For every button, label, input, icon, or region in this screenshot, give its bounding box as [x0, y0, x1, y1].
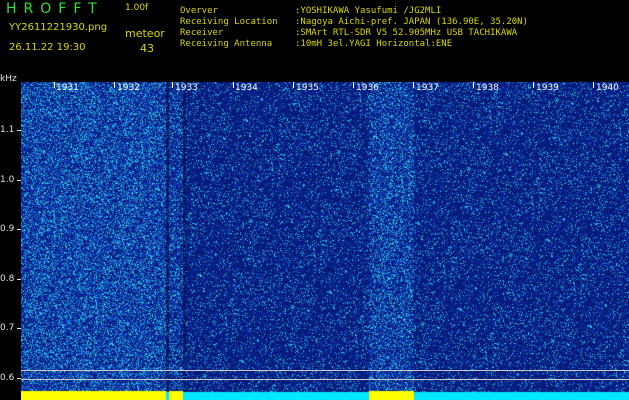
meteor-count-value: 43 [140, 42, 154, 55]
observer-value: :YOSHIKAWA Yasufumi /JG2MLI [295, 6, 442, 16]
time-tick [233, 82, 234, 88]
y-label: 0.6 [0, 373, 15, 383]
time-tick [293, 82, 294, 88]
y-label: 0.8 [0, 274, 15, 284]
time-label: 1932 [117, 83, 140, 93]
reference-line [21, 379, 629, 380]
y-axis-unit: kHz [0, 74, 17, 84]
time-tick [473, 82, 474, 88]
timestamp-label: 26.11.22 19:30 [9, 42, 86, 53]
y-label: 0.9 [0, 224, 15, 234]
time-tick [172, 82, 173, 88]
time-label: 1938 [476, 83, 499, 93]
app-title: HROFFT [6, 1, 104, 17]
time-tick [353, 82, 354, 88]
time-label: 1935 [296, 83, 319, 93]
time-label: 1931 [56, 83, 79, 93]
antenna-key: Receiving Antenna [180, 39, 273, 49]
receiver-value: :SMArt RTL-SDR V5 52.905MHz USB TACHIKAW… [295, 28, 518, 38]
time-label: 1939 [536, 83, 559, 93]
time-tick [114, 82, 115, 88]
time-tick [593, 82, 594, 88]
time-label: 1933 [175, 83, 198, 93]
y-label: 0.7 [0, 323, 15, 333]
y-label: 1.0 [0, 175, 15, 185]
info-header: HROFFT 1.00f YY2611221930.png 26.11.22 1… [0, 0, 629, 74]
observer-key: Overver [180, 6, 218, 16]
meteor-count-label: meteor [125, 27, 165, 40]
station-info: Overver :YOSHIKAWA Yasufumi /JG2MLI Recei… [180, 6, 528, 50]
time-label: 1940 [596, 83, 619, 93]
version-label: 1.00f [125, 3, 149, 13]
time-tick [413, 82, 414, 88]
location-value: :Nagoya Aichi-pref. JAPAN (136.90E, 35.2… [295, 17, 528, 27]
reference-line [21, 370, 629, 371]
time-label: 1934 [235, 83, 258, 93]
receiver-key: Receiver [180, 28, 224, 38]
spectrogram-canvas [21, 82, 629, 400]
time-tick [54, 82, 55, 88]
location-key: Receiving Location [180, 17, 278, 27]
antenna-value: :10mH 3el.YAGI Horizontal:ENE [295, 39, 453, 49]
filename-label: YY2611221930.png [9, 22, 108, 33]
y-label: 1.1 [0, 125, 15, 135]
time-label: 1936 [356, 83, 379, 93]
time-tick [533, 82, 534, 88]
time-label: 1937 [416, 83, 439, 93]
